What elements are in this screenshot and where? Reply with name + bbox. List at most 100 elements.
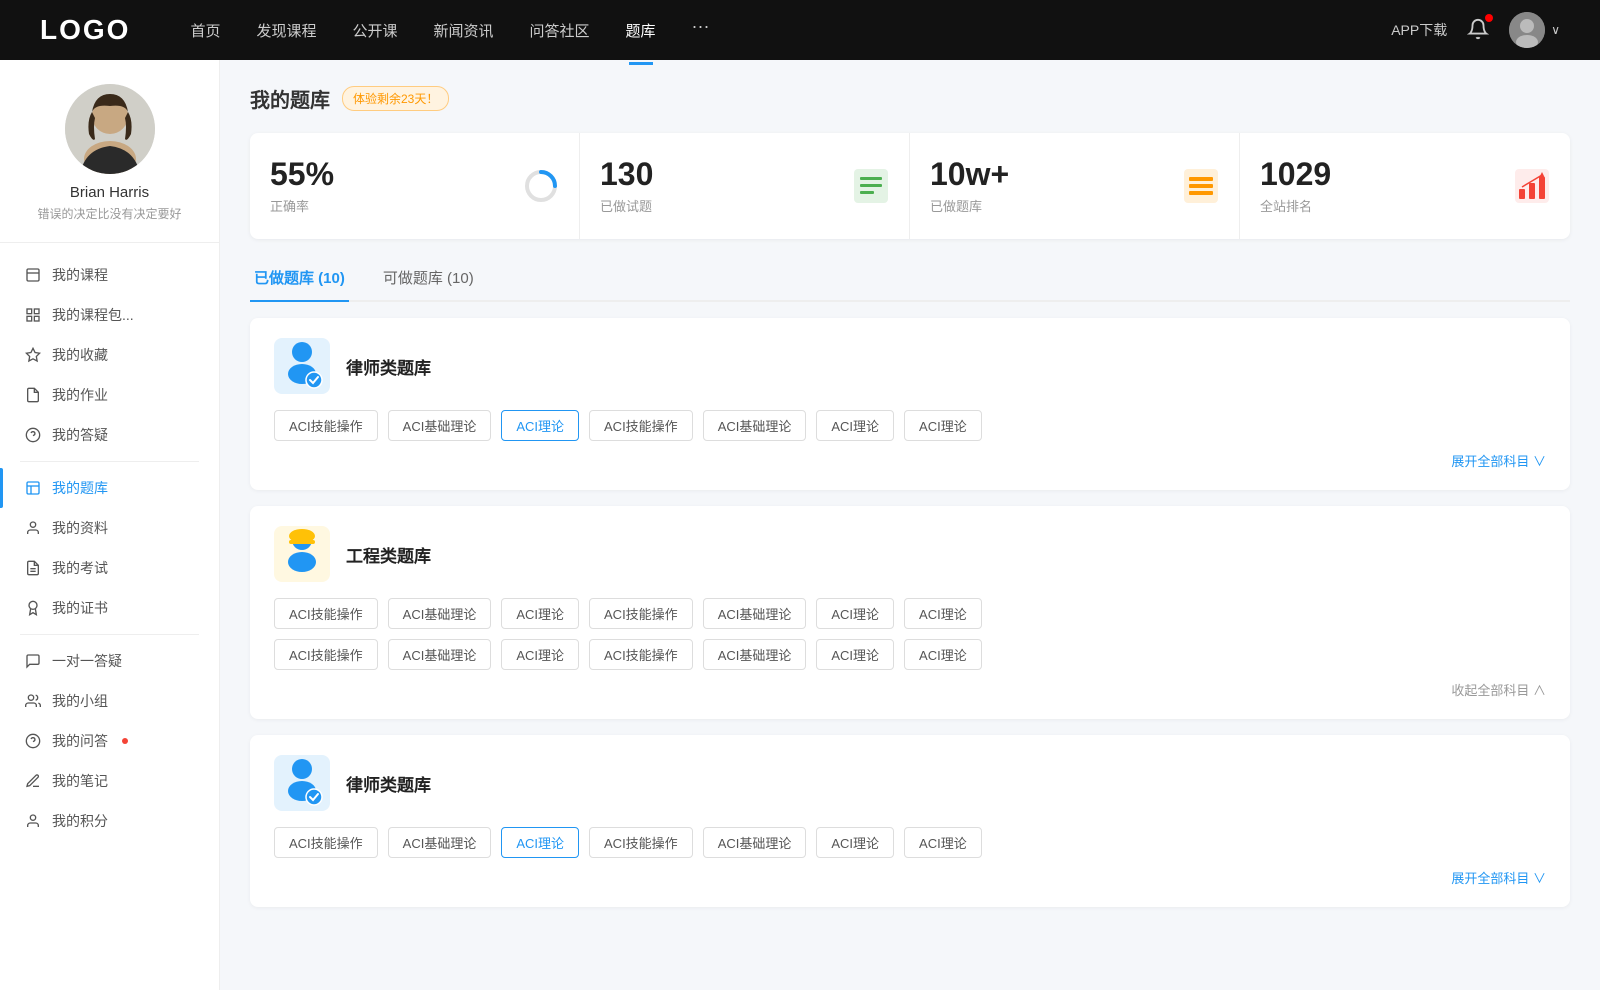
tag[interactable]: ACI基础理论 (703, 410, 807, 441)
stat-done-banks-number: 10w+ (930, 157, 1171, 192)
sidebar-item-my-courses[interactable]: 我的课程 (0, 255, 219, 295)
sidebar-item-my-answers[interactable]: 我的问答 (0, 721, 219, 761)
my-homework-icon (24, 386, 42, 404)
tab-todo[interactable]: 可做题库 (10) (379, 259, 478, 300)
tag[interactable]: ACI技能操作 (589, 410, 693, 441)
qbank-name-3: 律师类题库 (346, 771, 431, 796)
tag[interactable]: ACI理论 (904, 639, 982, 670)
sidebar-item-my-points[interactable]: 我的积分 (0, 801, 219, 841)
sidebar-label-my-packages: 我的课程包... (52, 305, 134, 325)
user-dropdown-chevron[interactable]: ∨ (1551, 23, 1560, 37)
my-courses-icon (24, 266, 42, 284)
tag[interactable]: ACI理论 (816, 598, 894, 629)
sidebar-label-my-favorites: 我的收藏 (52, 345, 108, 365)
sidebar-menu: 我的课程 我的课程包... 我的收藏 我的作业 (0, 255, 219, 841)
tag[interactable]: ACI理论 (501, 598, 579, 629)
qbank-tags-2-row1: ACI技能操作 ACI基础理论 ACI理论 ACI技能操作 ACI基础理论 AC… (274, 598, 1546, 629)
tag[interactable]: ACI基础理论 (388, 827, 492, 858)
collapse-btn-2[interactable]: 收起全部科目 ∧ (274, 680, 1546, 699)
my-favorites-icon (24, 346, 42, 364)
tag[interactable]: ACI理论 (904, 827, 982, 858)
nav-qa[interactable]: 问答社区 (530, 16, 590, 45)
stat-accuracy-label: 正确率 (270, 196, 511, 215)
tag[interactable]: ACI基础理论 (703, 598, 807, 629)
my-certs-icon (24, 599, 42, 617)
tag[interactable]: ACI理论 (904, 598, 982, 629)
stat-done-banks-text: 10w+ 已做题库 (930, 157, 1171, 215)
expand-btn-3[interactable]: 展开全部科目 ∨ (274, 868, 1546, 887)
main-container: Brian Harris 错误的决定比没有决定要好 我的课程 我的课程包... (0, 60, 1600, 990)
expand-btn-1[interactable]: 展开全部科目 ∨ (274, 451, 1546, 470)
tag-highlighted[interactable]: ACI理论 (501, 410, 579, 441)
tag[interactable]: ACI技能操作 (589, 827, 693, 858)
sidebar-label-my-homework: 我的作业 (52, 385, 108, 405)
accuracy-chart-icon (523, 168, 559, 204)
nav-news[interactable]: 新闻资讯 (434, 16, 494, 45)
my-exams-icon (24, 559, 42, 577)
sidebar-item-my-qbank[interactable]: 我的题库 (0, 468, 219, 508)
nav-menu: 首页 发现课程 公开课 新闻资讯 问答社区 题库 ··· (190, 16, 1391, 45)
sidebar-label-one-on-one: 一对一答疑 (52, 651, 122, 671)
sidebar-label-my-certs: 我的证书 (52, 598, 108, 618)
tag-highlighted[interactable]: ACI理论 (501, 827, 579, 858)
tag[interactable]: ACI技能操作 (589, 598, 693, 629)
profile-section: Brian Harris 错误的决定比没有决定要好 (0, 84, 219, 243)
tag[interactable]: ACI理论 (816, 827, 894, 858)
tag[interactable]: ACI基础理论 (388, 410, 492, 441)
trial-badge: 体验剩余23天！ (342, 86, 449, 111)
stat-rank: 1029 全站排名 (1240, 133, 1570, 239)
sidebar-label-my-qbank: 我的题库 (52, 478, 108, 498)
qbank-tags-1: ACI技能操作 ACI基础理论 ACI理论 ACI技能操作 ACI基础理论 AC… (274, 410, 1546, 441)
tag[interactable]: ACI理论 (816, 410, 894, 441)
tag[interactable]: ACI技能操作 (589, 639, 693, 670)
one-on-one-icon (24, 652, 42, 670)
nav-more[interactable]: ··· (692, 16, 710, 45)
nav-qbank[interactable]: 题库 (626, 16, 656, 45)
qbank-name-1: 律师类题库 (346, 354, 431, 379)
sidebar-item-one-on-one[interactable]: 一对一答疑 (0, 641, 219, 681)
tag[interactable]: ACI技能操作 (274, 827, 378, 858)
sidebar-item-my-info[interactable]: 我的资料 (0, 508, 219, 548)
tag[interactable]: ACI理论 (904, 410, 982, 441)
app-download-link[interactable]: APP下载 (1391, 20, 1447, 40)
tag[interactable]: ACI基础理论 (388, 639, 492, 670)
done-banks-icon (1183, 168, 1219, 204)
sidebar-label-my-notes: 我的笔记 (52, 771, 108, 791)
tag[interactable]: ACI基础理论 (703, 639, 807, 670)
my-questions-icon (24, 426, 42, 444)
stat-done-questions-label: 已做试题 (600, 196, 841, 215)
tag[interactable]: ACI基础理论 (703, 827, 807, 858)
sidebar-item-my-favorites[interactable]: 我的收藏 (0, 335, 219, 375)
profile-motto: 错误的决定比没有决定要好 (37, 205, 181, 222)
qbank-name-2: 工程类题库 (346, 542, 431, 567)
tag[interactable]: ACI基础理论 (388, 598, 492, 629)
sidebar-item-my-certs[interactable]: 我的证书 (0, 588, 219, 628)
tag[interactable]: ACI理论 (501, 639, 579, 670)
navbar: LOGO 首页 发现课程 公开课 新闻资讯 问答社区 题库 ··· APP下载 (0, 0, 1600, 60)
user-avatar-menu[interactable]: ∨ (1509, 12, 1560, 48)
tag[interactable]: ACI技能操作 (274, 410, 378, 441)
sidebar-item-my-questions[interactable]: 我的答疑 (0, 415, 219, 455)
stats-row: 55% 正确率 130 已做试题 (250, 133, 1570, 239)
tag[interactable]: ACI技能操作 (274, 639, 378, 670)
my-group-icon (24, 692, 42, 710)
tab-done[interactable]: 已做题库 (10) (250, 259, 349, 300)
tag[interactable]: ACI技能操作 (274, 598, 378, 629)
sidebar-item-my-notes[interactable]: 我的笔记 (0, 761, 219, 801)
sidebar-item-my-exams[interactable]: 我的考试 (0, 548, 219, 588)
notification-bell[interactable] (1467, 18, 1489, 43)
notification-badge (1485, 14, 1493, 22)
sidebar-item-my-homework[interactable]: 我的作业 (0, 375, 219, 415)
divider-2 (20, 634, 199, 635)
sidebar-item-my-group[interactable]: 我的小组 (0, 681, 219, 721)
qbank-icon-1 (274, 338, 330, 394)
user-avatar (1509, 12, 1545, 48)
nav-open-course[interactable]: 公开课 (352, 16, 397, 45)
qbank-icon-2 (274, 526, 330, 582)
nav-home[interactable]: 首页 (190, 16, 220, 45)
sidebar-label-my-points: 我的积分 (52, 811, 108, 831)
sidebar-item-my-packages[interactable]: 我的课程包... (0, 295, 219, 335)
main-content: 我的题库 体验剩余23天！ 55% 正确率 (220, 60, 1600, 990)
tag[interactable]: ACI理论 (816, 639, 894, 670)
nav-discover[interactable]: 发现课程 (256, 16, 316, 45)
